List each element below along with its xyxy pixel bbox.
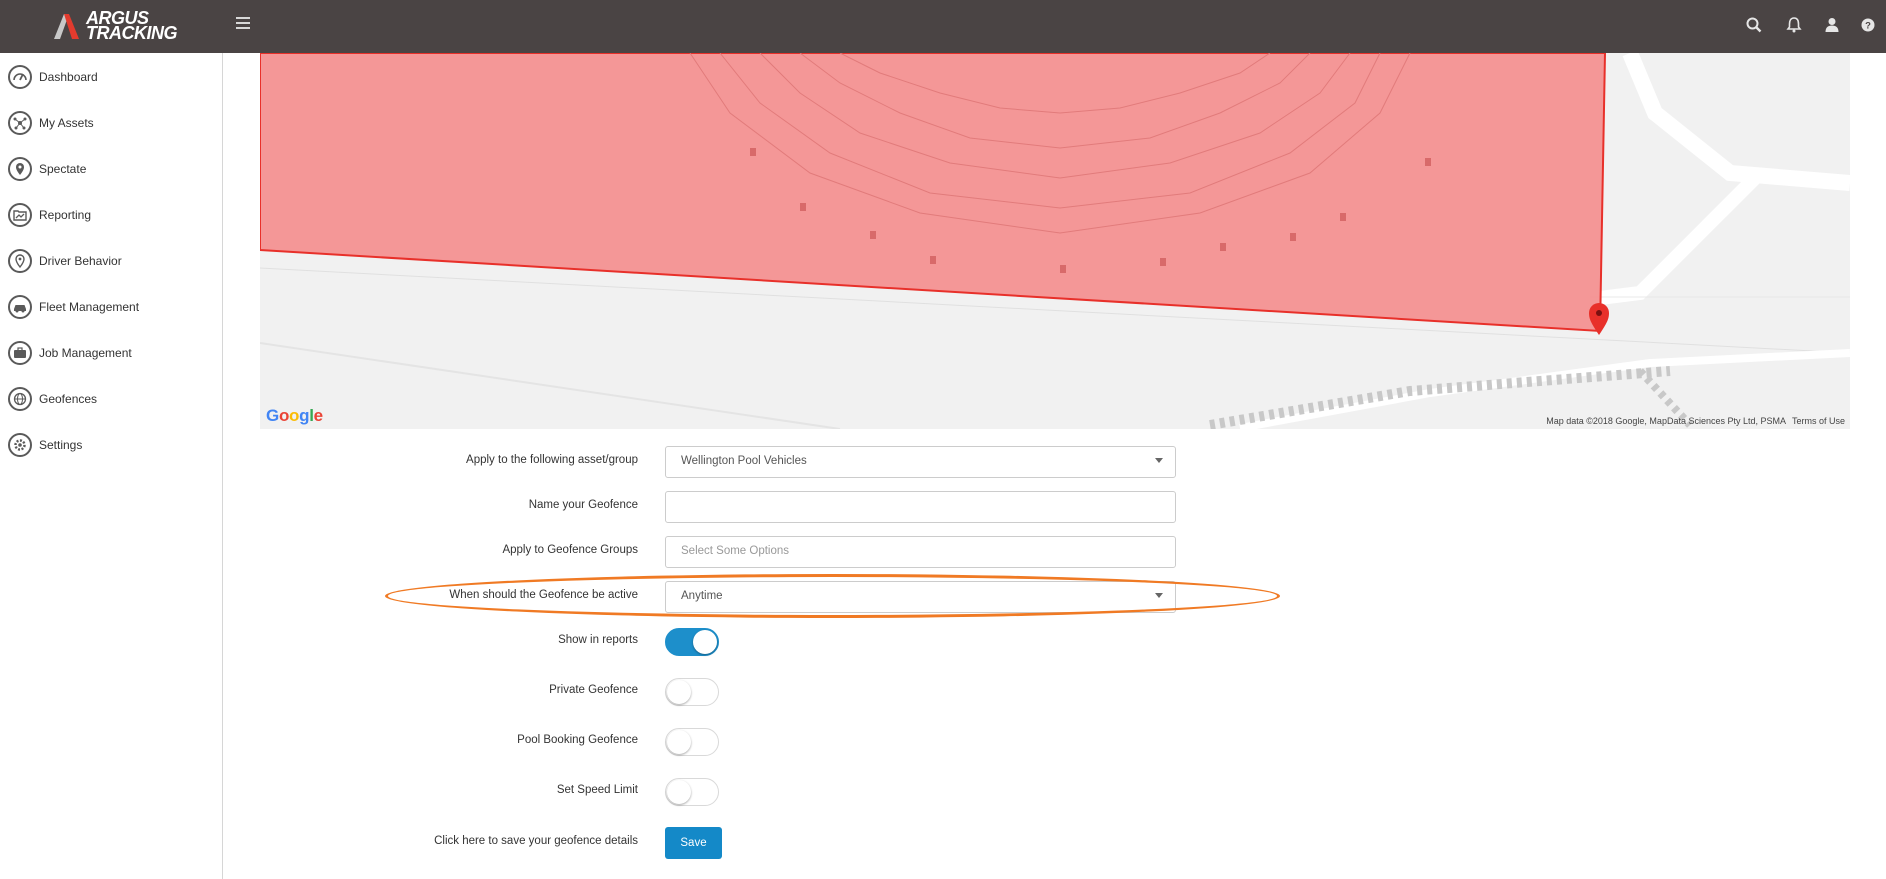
sidebar-item-label: Job Management	[39, 346, 132, 360]
geofence-polygon	[260, 53, 1607, 333]
form-row-name: Name your Geofence	[260, 491, 1260, 523]
briefcase-icon	[8, 341, 32, 365]
geofence-name-label: Name your Geofence	[528, 499, 638, 511]
save-hint-label: Click here to save your geofence details	[434, 835, 638, 847]
sidebar-item-label: Dashboard	[39, 70, 98, 84]
speed-limit-toggle[interactable]	[665, 778, 719, 806]
car-icon	[8, 295, 32, 319]
form-row-asset: Apply to the following asset/group Welli…	[260, 446, 1260, 478]
sidebar-item-job-management[interactable]: Job Management	[0, 330, 222, 376]
menu-toggle-icon[interactable]	[236, 17, 250, 31]
asset-group-label: Apply to the following asset/group	[466, 454, 638, 466]
help-icon[interactable]: ?	[1859, 16, 1877, 34]
sidebar-item-dashboard[interactable]: Dashboard	[0, 54, 222, 100]
sidebar-item-label: Reporting	[39, 208, 92, 222]
top-navbar: ARGUS TRACKING ?	[0, 0, 1886, 53]
gauge-icon	[8, 65, 32, 89]
sidebar-item-fleet-management[interactable]: Fleet Management	[0, 284, 222, 330]
form-row-pool-booking: Pool Booking Geofence	[260, 726, 1260, 758]
argus-tracking-logo[interactable]: ARGUS TRACKING	[52, 9, 178, 43]
private-geofence-toggle[interactable]	[665, 678, 719, 706]
sidebar-item-my-assets[interactable]: My Assets	[0, 100, 222, 146]
logo-line2: TRACKING	[86, 23, 178, 43]
geofence-map[interactable]: Google Map data ©2018 Google, MapData Sc…	[260, 53, 1850, 429]
form-row-groups: Apply to Geofence Groups Select Some Opt…	[260, 536, 1260, 568]
search-icon[interactable]	[1745, 16, 1763, 34]
geofence-groups-multiselect[interactable]: Select Some Options	[665, 536, 1176, 568]
sidebar-item-label: Fleet Management	[39, 300, 140, 314]
pin-outline-icon	[8, 249, 32, 273]
bell-icon[interactable]	[1785, 16, 1803, 34]
form-row-speed-limit: Set Speed Limit	[260, 776, 1260, 808]
map-attribution: Map data ©2018 Google, MapData Sciences …	[1546, 416, 1786, 426]
chevron-down-icon	[1155, 593, 1163, 598]
form-row-active: When should the Geofence be active Anyti…	[260, 581, 1260, 613]
sidebar-item-reporting[interactable]: Reporting	[0, 192, 222, 238]
gear-icon	[8, 433, 32, 457]
pool-booking-toggle[interactable]	[665, 728, 719, 756]
speed-limit-label: Set Speed Limit	[556, 784, 638, 796]
terms-of-use-link[interactable]: Terms of Use	[1792, 416, 1845, 426]
sidebar-item-label: Spectate	[39, 162, 87, 176]
sidebar-item-label: Settings	[39, 438, 83, 452]
map-canvas[interactable]	[260, 53, 1850, 429]
globe-icon	[8, 387, 32, 411]
sidebar-item-label: Driver Behavior	[39, 254, 122, 268]
form-row-show-reports: Show in reports	[260, 626, 1260, 658]
show-in-reports-label: Show in reports	[558, 634, 638, 646]
show-in-reports-toggle[interactable]	[665, 628, 719, 656]
save-button[interactable]: Save	[665, 827, 722, 859]
sidebar-item-driver-behavior[interactable]: Driver Behavior	[0, 238, 222, 284]
geofence-active-select[interactable]: Anytime	[665, 581, 1176, 613]
logo-text: ARGUS TRACKING	[86, 9, 178, 43]
chevron-down-icon	[1155, 458, 1163, 463]
google-logo: Google	[266, 406, 323, 425]
form-row-private: Private Geofence	[260, 676, 1260, 708]
sidebar-item-label: Geofences	[39, 392, 98, 406]
sidebar-item-label: My Assets	[39, 116, 94, 130]
network-icon	[8, 111, 32, 135]
asset-group-value: Wellington Pool Vehicles	[681, 455, 807, 467]
svg-text:?: ?	[1865, 21, 1871, 32]
geofence-active-value: Anytime	[681, 590, 723, 602]
geofence-name-input[interactable]	[665, 491, 1176, 523]
asset-group-select[interactable]: Wellington Pool Vehicles	[665, 446, 1176, 478]
geofence-groups-label: Apply to Geofence Groups	[502, 544, 638, 556]
sidebar-item-geofences[interactable]: Geofences	[0, 376, 222, 422]
argus-logo-mark-icon	[54, 14, 79, 39]
pool-booking-label: Pool Booking Geofence	[517, 734, 638, 746]
geofence-active-label: When should the Geofence be active	[449, 589, 638, 601]
folder-chart-icon	[8, 203, 32, 227]
form-row-save: Click here to save your geofence details…	[260, 827, 1260, 859]
geofence-groups-placeholder: Select Some Options	[681, 545, 790, 557]
user-icon[interactable]	[1823, 16, 1841, 34]
sidebar-item-spectate[interactable]: Spectate	[0, 146, 222, 192]
sidebar-item-settings[interactable]: Settings	[0, 422, 222, 468]
private-geofence-label: Private Geofence	[549, 684, 638, 696]
sidebar: Dashboard My Assets Spectate Reporting D…	[0, 53, 223, 879]
map-pin-icon	[8, 157, 32, 181]
